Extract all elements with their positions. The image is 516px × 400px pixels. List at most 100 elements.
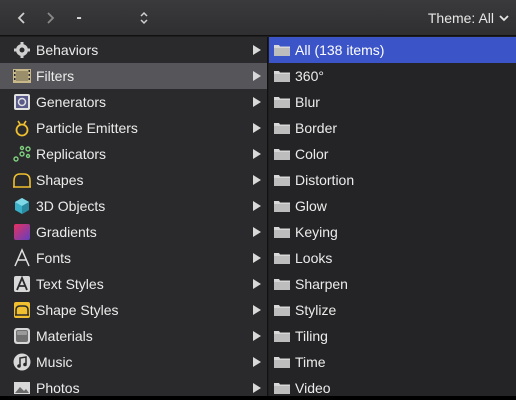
category-label: Photos — [36, 380, 80, 396]
folder-icon — [273, 147, 291, 161]
category-row-music[interactable]: Music — [0, 349, 267, 375]
category-label: Behaviors — [36, 42, 99, 58]
category-label: 3D Objects — [36, 198, 106, 214]
category-row-gradients[interactable]: Gradients — [0, 219, 267, 245]
subcategory-row-blur[interactable]: Blur — [269, 89, 516, 115]
subcategory-row-keying[interactable]: Keying — [269, 219, 516, 245]
subcategory-column: All (138 items) 360° Blur Border Color D… — [269, 37, 516, 400]
subcategory-row-distortion[interactable]: Distortion — [269, 167, 516, 193]
category-row-materials[interactable]: Materials — [0, 323, 267, 349]
subcategory-row-border[interactable]: Border — [269, 115, 516, 141]
disclosure-arrow-icon — [253, 149, 261, 159]
shape-icon — [11, 170, 33, 190]
film-strip-icon — [11, 66, 33, 86]
chevron-left-icon — [17, 11, 25, 24]
subcategory-label: Stylize — [295, 302, 337, 318]
folder-icon — [273, 225, 291, 239]
folder-icon — [273, 251, 291, 265]
category-label: Shape Styles — [36, 302, 119, 318]
subcategory-label: Distortion — [295, 172, 355, 188]
subcategory-row-glow[interactable]: Glow — [269, 193, 516, 219]
category-row-behaviors[interactable]: Behaviors — [0, 37, 267, 63]
disclosure-arrow-icon — [253, 201, 261, 211]
subcategory-label: Video — [295, 380, 331, 396]
subcategory-row-all[interactable]: All (138 items) — [269, 37, 516, 63]
subcategory-label: Border — [295, 120, 338, 136]
folder-icon — [273, 277, 291, 291]
disclosure-arrow-icon — [253, 357, 261, 367]
category-label: Particle Emitters — [36, 120, 138, 136]
subcategory-label: Keying — [295, 224, 338, 240]
music-icon — [11, 352, 33, 372]
category-row-shape-styles[interactable]: Shape Styles — [0, 297, 267, 323]
category-row-fonts[interactable]: Fonts — [0, 245, 267, 271]
category-label: Generators — [36, 94, 107, 110]
back-button[interactable] — [8, 0, 36, 36]
category-label: Gradients — [36, 224, 97, 240]
subcategory-row-stylize[interactable]: Stylize — [269, 297, 516, 323]
folder-icon — [273, 43, 291, 57]
generator-icon — [11, 92, 33, 112]
category-row-filters[interactable]: Filters — [0, 63, 267, 89]
subcategory-row-looks[interactable]: Looks — [269, 245, 516, 271]
category-row-text-styles[interactable]: Text Styles — [0, 271, 267, 297]
forward-button[interactable] — [36, 0, 64, 36]
subcategory-row-360[interactable]: 360° — [269, 63, 516, 89]
category-label: Shapes — [36, 172, 84, 188]
folder-icon — [273, 199, 291, 213]
gradient-icon — [11, 222, 33, 242]
category-label: Music — [36, 354, 73, 370]
subcategory-label: Tiling — [295, 328, 328, 344]
cube-icon — [11, 196, 33, 216]
theme-popup[interactable]: Theme: All — [428, 0, 510, 36]
category-label: Filters — [36, 68, 75, 84]
text-style-icon — [11, 274, 33, 294]
chevron-down-icon — [499, 15, 509, 22]
library-browser: - Theme: All Behaviors Filters Generator… — [0, 0, 516, 400]
disclosure-arrow-icon — [253, 331, 261, 341]
material-icon — [11, 326, 33, 346]
toolbar: - Theme: All — [0, 0, 516, 36]
font-icon — [11, 248, 33, 268]
subcategory-row-tiling[interactable]: Tiling — [269, 323, 516, 349]
disclosure-arrow-icon — [253, 123, 261, 133]
subcategory-row-sharpen[interactable]: Sharpen — [269, 271, 516, 297]
subcategory-row-color[interactable]: Color — [269, 141, 516, 167]
category-row-shapes[interactable]: Shapes — [0, 167, 267, 193]
category-row-3d-objects[interactable]: 3D Objects — [0, 193, 267, 219]
category-row-particle-emitters[interactable]: Particle Emitters — [0, 115, 267, 141]
folder-icon — [273, 69, 291, 83]
subcategory-row-time[interactable]: Time — [269, 349, 516, 375]
gear-icon — [11, 40, 33, 60]
category-label: Materials — [36, 328, 93, 344]
folder-icon — [273, 173, 291, 187]
subcategory-label: Sharpen — [295, 276, 348, 292]
disclosure-arrow-icon — [253, 279, 261, 289]
subcategory-label: Glow — [295, 198, 327, 214]
folder-icon — [273, 95, 291, 109]
subcategory-label: Blur — [295, 94, 320, 110]
replicator-icon — [11, 144, 33, 164]
category-row-generators[interactable]: Generators — [0, 89, 267, 115]
subcategory-label: All (138 items) — [295, 42, 385, 58]
folder-icon — [273, 329, 291, 343]
path-dash: - — [76, 8, 82, 26]
category-row-replicators[interactable]: Replicators — [0, 141, 267, 167]
path-popup-button[interactable]: - — [64, 0, 94, 36]
shape-style-icon — [11, 300, 33, 320]
disclosure-arrow-icon — [253, 227, 261, 237]
subcategory-label: Time — [295, 354, 326, 370]
disclosure-arrow-icon — [253, 71, 261, 81]
category-label: Replicators — [36, 146, 107, 162]
theme-label: Theme: All — [427, 10, 494, 26]
disclosure-arrow-icon — [253, 97, 261, 107]
category-label: Text Styles — [36, 276, 104, 292]
folder-icon — [273, 121, 291, 135]
up-down-chevron-icon — [140, 11, 148, 24]
path-stepper[interactable] — [130, 0, 158, 36]
particle-emitter-icon — [11, 118, 33, 138]
disclosure-arrow-icon — [253, 175, 261, 185]
subcategory-label: 360° — [295, 68, 324, 84]
subcategory-label: Looks — [295, 250, 333, 266]
disclosure-arrow-icon — [253, 45, 261, 55]
